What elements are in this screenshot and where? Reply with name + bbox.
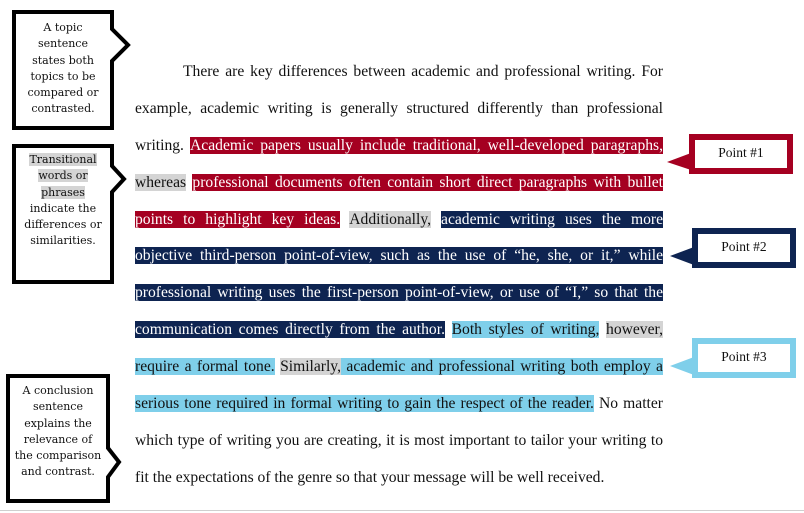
point2-pointer bbox=[670, 247, 694, 265]
paragraph-text bbox=[431, 211, 441, 228]
conclusion-callout: A conclusion sentence explains the relev… bbox=[14, 384, 102, 479]
point3-pointer bbox=[670, 357, 694, 375]
point2-label: Point #2 bbox=[721, 239, 767, 254]
transitional-rest: indicate the differences or similarities… bbox=[24, 201, 102, 248]
paragraph-line: which type of writing you are creating, … bbox=[135, 423, 663, 460]
point3-label: Point #3 bbox=[721, 349, 767, 364]
point2-text: communication comes directly from the au… bbox=[135, 321, 445, 339]
point1-text: professional documents often contain sho… bbox=[192, 173, 663, 191]
paragraph-line: professional writing uses the first-pers… bbox=[135, 275, 663, 312]
topic-callout: A topic sentence states both topics to b… bbox=[27, 21, 99, 116]
paragraph-line: communication comes directly from the au… bbox=[135, 312, 663, 349]
paragraph-line: There are key differences between academ… bbox=[135, 54, 663, 91]
paragraph-line: writing. Academic papers usually include… bbox=[135, 128, 664, 165]
paragraph-line: require a formal tone. Similarly, academ… bbox=[135, 349, 663, 386]
point2-text: objective third-person point-of-view, su… bbox=[135, 247, 663, 265]
transitional-callout: Transitional words or phrases indicate t… bbox=[20, 152, 106, 250]
point1-label: Point #1 bbox=[718, 145, 764, 160]
paragraph-line: example, academic writing is generally s… bbox=[135, 91, 663, 128]
paragraph-text bbox=[340, 211, 349, 228]
page-divider bbox=[0, 510, 804, 511]
paragraph-line: fit the expectations of the genre so tha… bbox=[135, 460, 663, 497]
point1-text: Academic papers usually include traditio… bbox=[190, 136, 664, 154]
transition-word: however, bbox=[606, 321, 663, 339]
paragraph-text bbox=[445, 321, 452, 338]
paragraph-text: No matter bbox=[593, 395, 663, 413]
point3-text: Both styles of writing, bbox=[451, 321, 600, 339]
paragraph-text: example, academic writing is generally s… bbox=[135, 99, 663, 117]
transition-word: Additionally, bbox=[349, 210, 432, 228]
paragraph-text: writing. bbox=[135, 136, 191, 154]
transitional-word: phrases bbox=[41, 185, 85, 199]
paragraph-text: which type of writing you are creating, … bbox=[135, 431, 663, 449]
transition-word: Similarly, bbox=[280, 358, 341, 376]
point2-text: academic writing uses the more bbox=[441, 210, 663, 228]
paragraph: There are key differences between academ… bbox=[135, 54, 664, 497]
point3-text: serious tone required in formal writing … bbox=[135, 395, 594, 413]
transitional-word: Transitional bbox=[29, 153, 97, 166]
point3-text: require a formal tone. bbox=[135, 358, 275, 376]
point3-text: academic and professional writing both e… bbox=[341, 358, 663, 376]
transition-word: whereas bbox=[135, 173, 187, 191]
point2-text: professional writing uses the first-pers… bbox=[135, 284, 663, 302]
point1-text: points to highlight key ideas. bbox=[135, 210, 341, 228]
point1-pointer bbox=[667, 153, 691, 170]
paragraph-line: objective third-person point-of-view, su… bbox=[135, 238, 663, 275]
transitional-word: words or bbox=[38, 169, 88, 183]
paragraph-text: There are key differences between academ… bbox=[183, 63, 663, 80]
paragraph-text: fit the expectations of the genre so tha… bbox=[135, 468, 605, 486]
paragraph-line: whereas professional documents often con… bbox=[135, 165, 663, 202]
paragraph-line: points to highlight key ideas. Additiona… bbox=[135, 202, 663, 239]
paragraph-line: serious tone required in formal writing … bbox=[135, 386, 663, 423]
